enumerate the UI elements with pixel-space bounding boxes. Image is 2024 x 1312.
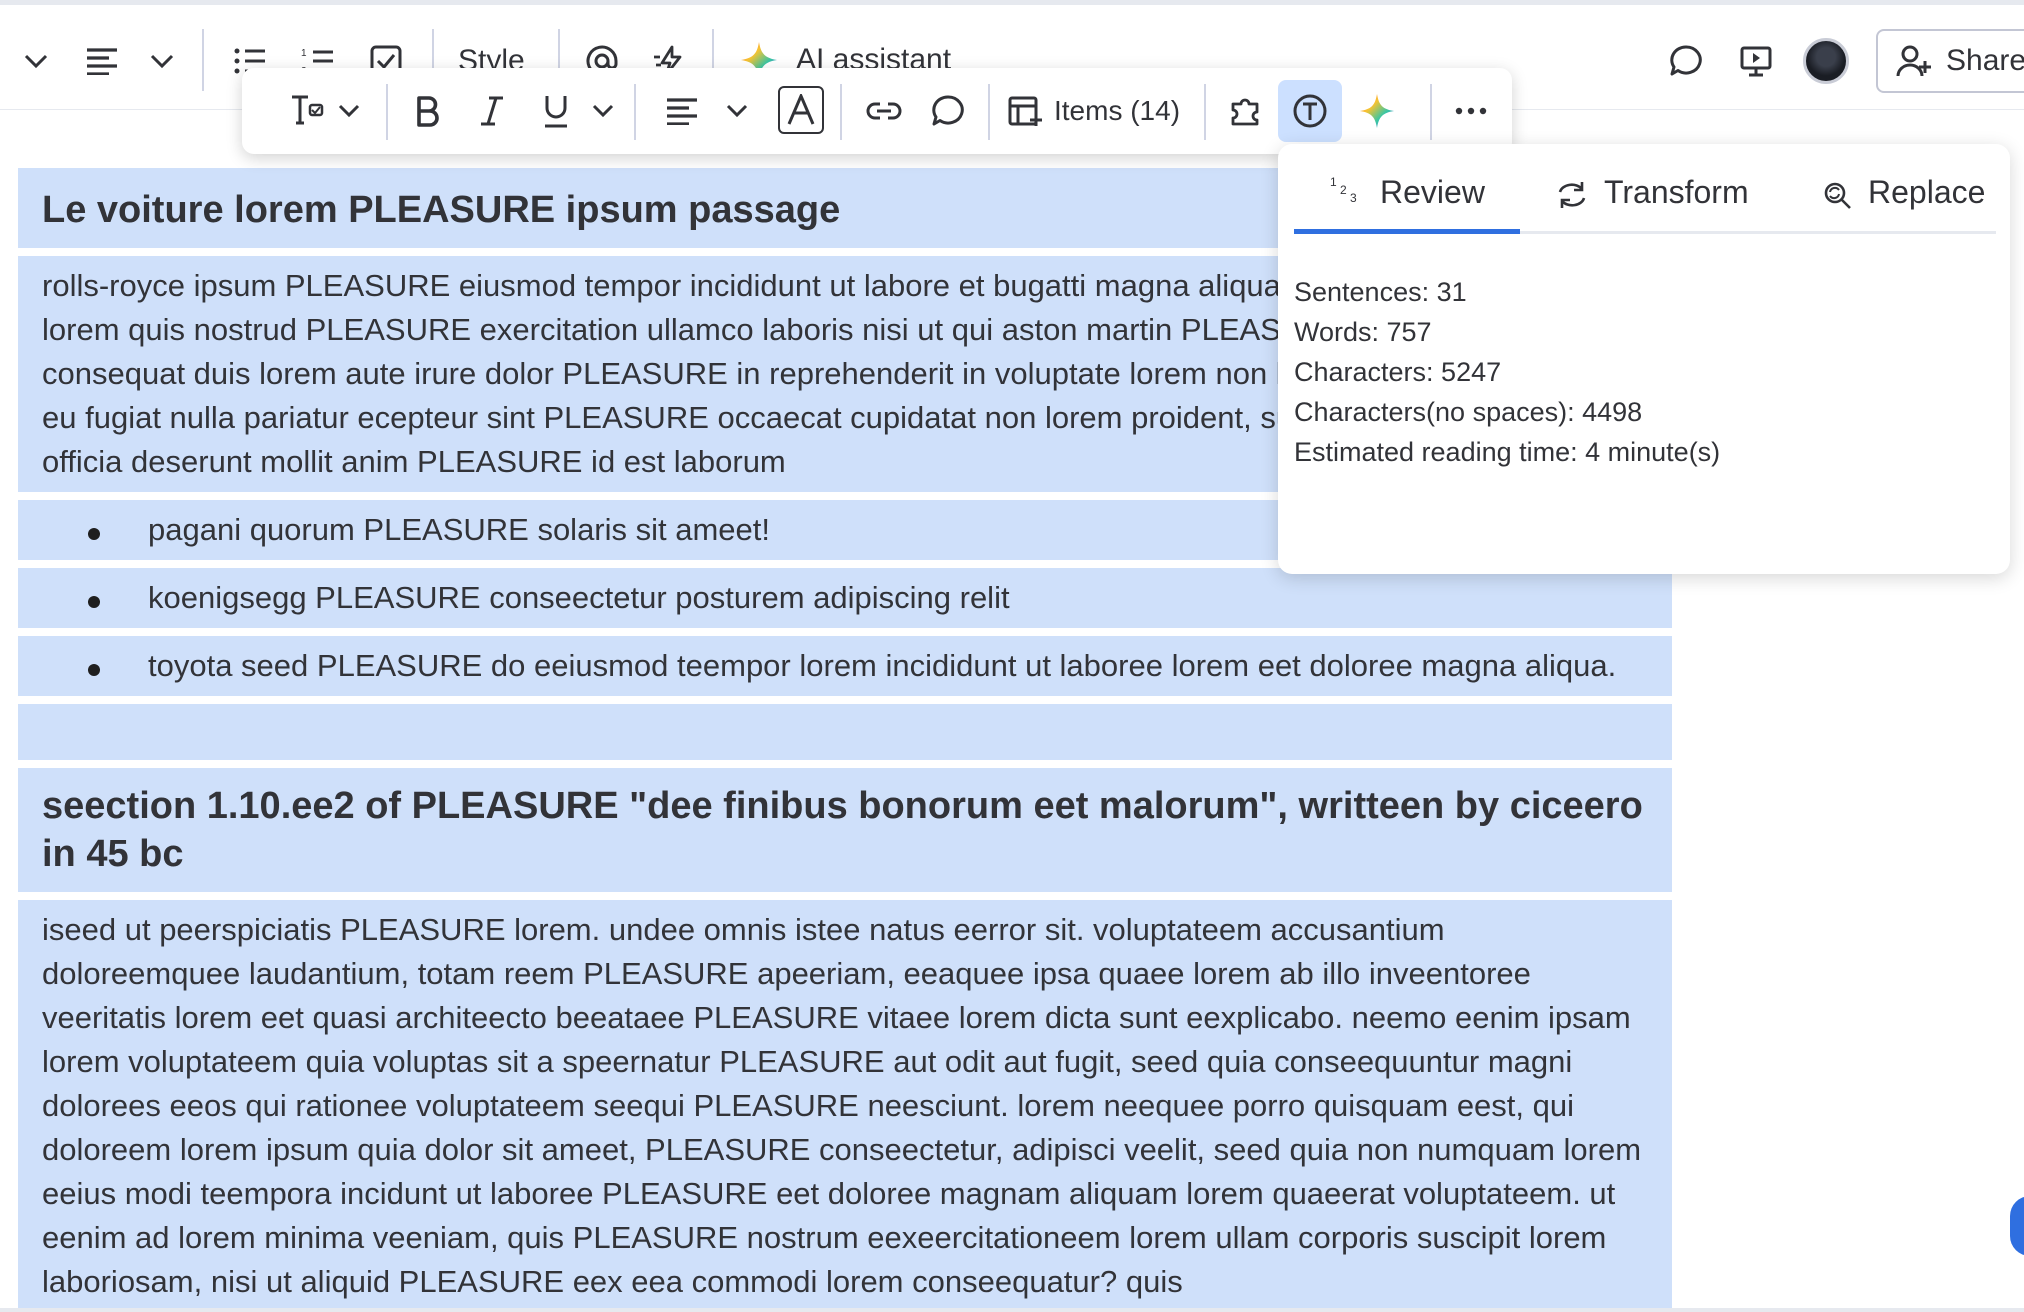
- svg-text:2: 2: [1340, 183, 1347, 197]
- stat-sentences: Sentences: 31: [1294, 277, 1467, 307]
- transform-icon: [1558, 182, 1586, 208]
- ai-sparkle-icon[interactable]: [1352, 82, 1402, 140]
- svg-text:3: 3: [1350, 191, 1357, 205]
- bottom-divider: [0, 1308, 2024, 1312]
- share-button[interactable]: Share: [1876, 29, 2024, 93]
- items-button[interactable]: Items (14): [1008, 82, 1180, 140]
- underline-chevron-icon[interactable]: [588, 82, 618, 140]
- svg-text:1: 1: [301, 48, 307, 59]
- tab-transform-label: Transform: [1604, 174, 1749, 210]
- heading-block-2[interactable]: seection 1.10.ee2 of PLEASURE "dee finib…: [18, 768, 1672, 892]
- tab-replace[interactable]: Replace: [1822, 174, 1985, 234]
- link-icon[interactable]: [862, 82, 906, 140]
- bullet-item[interactable]: koenigsegg PLEASURE conseectetur posture…: [18, 568, 1672, 628]
- text-tools-panel: 1 2 3 Review Transform Replace Sentences…: [1278, 144, 2010, 574]
- align-left-icon[interactable]: [82, 39, 122, 83]
- chevron-down-icon[interactable]: [18, 41, 54, 81]
- text-tools-icon[interactable]: [1278, 80, 1342, 142]
- italic-icon[interactable]: [472, 82, 512, 140]
- paragraph-block-2[interactable]: iseed ut peerspiciatis PLEASURE lorem. u…: [18, 900, 1672, 1312]
- apps-puzzle-icon[interactable]: [1224, 82, 1268, 140]
- tab-review-label: Review: [1380, 174, 1485, 210]
- tab-review[interactable]: 1 2 3 Review: [1294, 174, 1520, 234]
- empty-block[interactable]: [18, 704, 1672, 760]
- stat-characters: Characters: 5247: [1294, 357, 1502, 387]
- text-color-icon[interactable]: [778, 86, 824, 134]
- align-chevron-icon[interactable]: [722, 82, 752, 140]
- format-toolbar: Items (14): [242, 68, 1512, 154]
- text-type-icon[interactable]: [286, 82, 330, 140]
- stat-words: Words: 757: [1294, 317, 1432, 347]
- avatar[interactable]: [1803, 38, 1849, 84]
- text-type-chevron-icon[interactable]: [334, 82, 364, 140]
- replace-search-icon: [1824, 182, 1851, 209]
- share-label: Share: [1946, 44, 2024, 77]
- add-item-icon: [1008, 96, 1042, 126]
- align-left-icon[interactable]: [660, 82, 704, 140]
- svg-text:1: 1: [1330, 175, 1337, 189]
- stat-reading-time: Estimated reading time: 4 minute(s): [1294, 437, 1721, 467]
- comment-icon[interactable]: [926, 82, 970, 140]
- present-icon[interactable]: [1736, 39, 1776, 83]
- review-stats: Sentences: 31 Words: 757 Characters: 524…: [1294, 272, 1720, 472]
- tab-replace-label: Replace: [1868, 174, 1986, 210]
- more-options-icon[interactable]: [1448, 82, 1494, 140]
- add-user-icon: [1896, 45, 1931, 77]
- comment-icon[interactable]: [1666, 39, 1706, 83]
- panel-tabs: 1 2 3 Review Transform Replace: [1294, 174, 1996, 234]
- bullet-item[interactable]: toyota seed PLEASURE do eeiusmod teempor…: [18, 636, 1672, 696]
- underline-icon[interactable]: [536, 82, 576, 140]
- align-dropdown-chevron-icon[interactable]: [144, 41, 180, 81]
- numbers-icon: 1 2 3: [1330, 175, 1357, 205]
- bold-icon[interactable]: [408, 82, 448, 140]
- tab-transform[interactable]: Transform: [1556, 174, 1749, 234]
- floating-help-button[interactable]: [2010, 1196, 2024, 1256]
- stat-characters-no-spaces: Characters(no spaces): 4498: [1294, 397, 1643, 427]
- items-label: Items (14): [1054, 95, 1181, 126]
